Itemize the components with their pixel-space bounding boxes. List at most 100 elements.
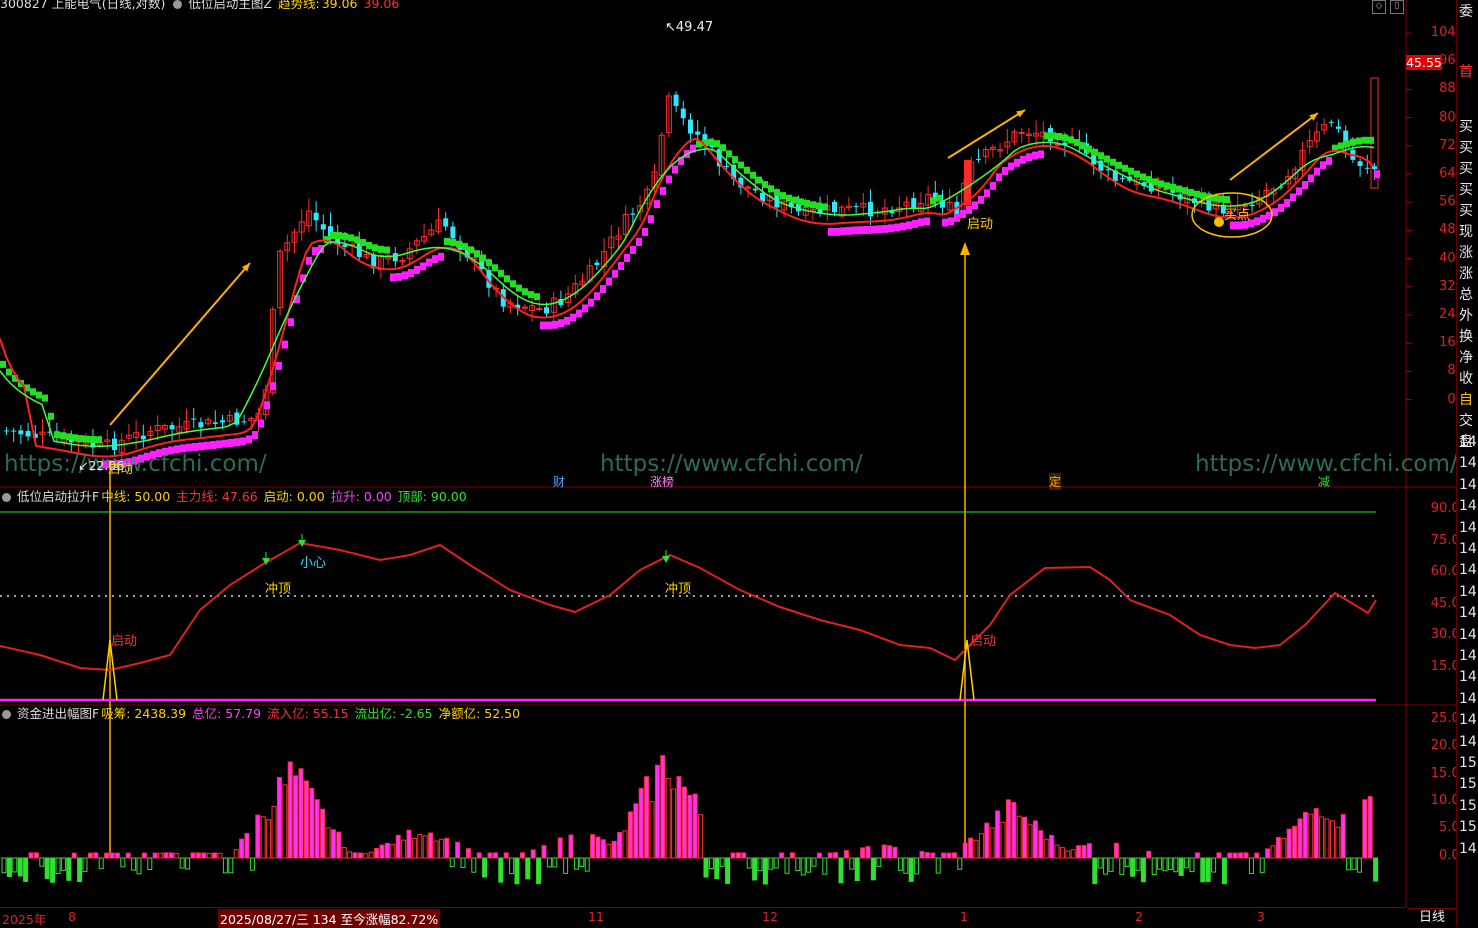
trend-square-down bbox=[1176, 185, 1182, 193]
trend-square-down bbox=[1128, 167, 1134, 175]
tag-jian[interactable]: 减 bbox=[1318, 473, 1330, 490]
sidebar-item-2[interactable]: 买 bbox=[1459, 159, 1478, 179]
indicator3-settings-icon[interactable] bbox=[2, 710, 11, 719]
outflow-bar bbox=[1108, 857, 1114, 872]
inflow-bar bbox=[676, 776, 682, 859]
date-2025: 2025年 bbox=[2, 912, 47, 927]
outflow-bar bbox=[784, 857, 790, 874]
inflow-bar bbox=[368, 851, 374, 859]
sidebar-item-11[interactable]: 净 bbox=[1459, 348, 1478, 368]
outflow-bar bbox=[752, 857, 758, 881]
trend-square-down bbox=[1350, 138, 1356, 146]
sidebar-item-5[interactable]: 现 bbox=[1459, 222, 1478, 242]
outflow-bar bbox=[1135, 857, 1141, 871]
outflow-bar bbox=[1124, 857, 1130, 868]
sidebar-item-14[interactable]: 交 bbox=[1459, 411, 1478, 431]
trend-square-up bbox=[258, 419, 264, 428]
outflow-bar bbox=[768, 857, 774, 870]
sidebar-item-10[interactable]: 换 bbox=[1459, 327, 1478, 347]
outflow-bar bbox=[536, 857, 542, 884]
inflow-bar bbox=[114, 852, 120, 859]
tag-cai[interactable]: 财 bbox=[553, 473, 565, 490]
outflow-bar bbox=[66, 857, 72, 881]
sidebar-item-0[interactable]: 买 bbox=[1459, 117, 1478, 137]
mid-line-value: 中线: 50.00 bbox=[101, 489, 171, 504]
trend-square-up bbox=[312, 247, 318, 256]
trend-square-up bbox=[1284, 199, 1290, 208]
outflow-bar bbox=[98, 857, 104, 870]
inflow-bar bbox=[33, 852, 39, 859]
outflow-bar bbox=[60, 857, 66, 871]
trend-square-down bbox=[936, 194, 942, 202]
indicator-settings-icon[interactable] bbox=[173, 0, 183, 9]
sidebar-item-9[interactable]: 外 bbox=[1459, 306, 1478, 326]
outflow-bar bbox=[23, 857, 29, 882]
inflow-bar bbox=[881, 844, 887, 859]
outflow-bar bbox=[579, 857, 585, 867]
inflow-bar bbox=[1340, 814, 1346, 859]
trend-square-up bbox=[858, 226, 864, 235]
trend-square-up bbox=[408, 269, 414, 278]
sidebar-top[interactable]: 委 bbox=[1459, 2, 1478, 22]
inflow-bar bbox=[1027, 824, 1033, 859]
trend-square-down bbox=[60, 432, 66, 440]
sidebar-num-3: 14 bbox=[1459, 498, 1477, 515]
inflow-bar bbox=[1194, 852, 1200, 859]
sidebar-num-11: 14 bbox=[1459, 669, 1477, 686]
outflow-bar bbox=[228, 857, 234, 874]
sidebar-num-12: 14 bbox=[1459, 690, 1477, 707]
inflow-bar bbox=[627, 811, 633, 859]
sidebar-num-0: 14 bbox=[1459, 434, 1477, 450]
trend-square-up bbox=[888, 224, 894, 233]
trend-square-down bbox=[798, 198, 804, 206]
start-label-main-1: 启动 bbox=[108, 461, 134, 476]
tag-ding[interactable]: 定 bbox=[1049, 473, 1062, 490]
date-mar: 3 bbox=[1257, 909, 1265, 924]
trend-square-up bbox=[618, 261, 624, 270]
sidebar-item-8[interactable]: 总 bbox=[1459, 285, 1478, 305]
tag-zhangbang[interactable]: 涨榜 bbox=[650, 473, 674, 490]
inflow-bar bbox=[633, 803, 639, 859]
sidebar-item-12[interactable]: 收 bbox=[1459, 369, 1478, 389]
outflow-bar bbox=[762, 857, 768, 885]
outflow-bar bbox=[714, 857, 720, 880]
trend-square-up bbox=[1014, 158, 1020, 167]
sidebar-item-4[interactable]: 买 bbox=[1459, 201, 1478, 221]
inflow-bar bbox=[379, 844, 385, 859]
sidebar-item-7[interactable]: 涨 bbox=[1459, 264, 1478, 284]
inflow-bar bbox=[1081, 845, 1087, 859]
inflow-bar bbox=[568, 834, 574, 859]
trend-square-down bbox=[1122, 164, 1128, 172]
sidebar-t2[interactable]: 首 bbox=[1459, 62, 1478, 82]
watermark-2: https://www.cfchi.com/ bbox=[600, 451, 863, 477]
sidebar-item-3[interactable]: 买 bbox=[1459, 180, 1478, 200]
sidebar-item-1[interactable]: 买 bbox=[1459, 138, 1478, 158]
trend-square-up bbox=[216, 440, 222, 449]
window-restore-icon[interactable]: ◇ bbox=[1372, 0, 1386, 14]
indicator2-settings-icon[interactable] bbox=[2, 493, 11, 502]
window-menu-icon[interactable]: ▯ bbox=[1390, 0, 1404, 14]
outflow-bar bbox=[908, 857, 914, 882]
trend-square-up bbox=[978, 195, 984, 204]
trend-square-down bbox=[780, 192, 786, 200]
outflow-bar bbox=[725, 857, 731, 884]
outflow-bar bbox=[1097, 857, 1103, 869]
period-selector[interactable]: 日线 bbox=[1408, 908, 1456, 926]
trend-square-up bbox=[1308, 174, 1314, 183]
trend-square-up bbox=[948, 217, 954, 226]
candle-body bbox=[220, 420, 225, 423]
trend-square-down bbox=[1104, 155, 1110, 163]
trend-square-up bbox=[840, 227, 846, 236]
outflow-bar bbox=[708, 857, 714, 870]
sidebar-item-13[interactable]: 自 bbox=[1459, 390, 1478, 410]
inflow-bar bbox=[125, 852, 131, 859]
trend-square-down bbox=[774, 189, 780, 197]
trend-square-down bbox=[378, 245, 384, 253]
outflow-bar bbox=[1162, 857, 1168, 872]
trend-square-down bbox=[1092, 148, 1098, 156]
trend-square-down bbox=[78, 435, 84, 443]
outflow-bar bbox=[1092, 857, 1098, 885]
sidebar-item-6[interactable]: 涨 bbox=[1459, 243, 1478, 263]
inflow-bar bbox=[260, 816, 266, 859]
outflow-bar bbox=[1130, 857, 1136, 877]
